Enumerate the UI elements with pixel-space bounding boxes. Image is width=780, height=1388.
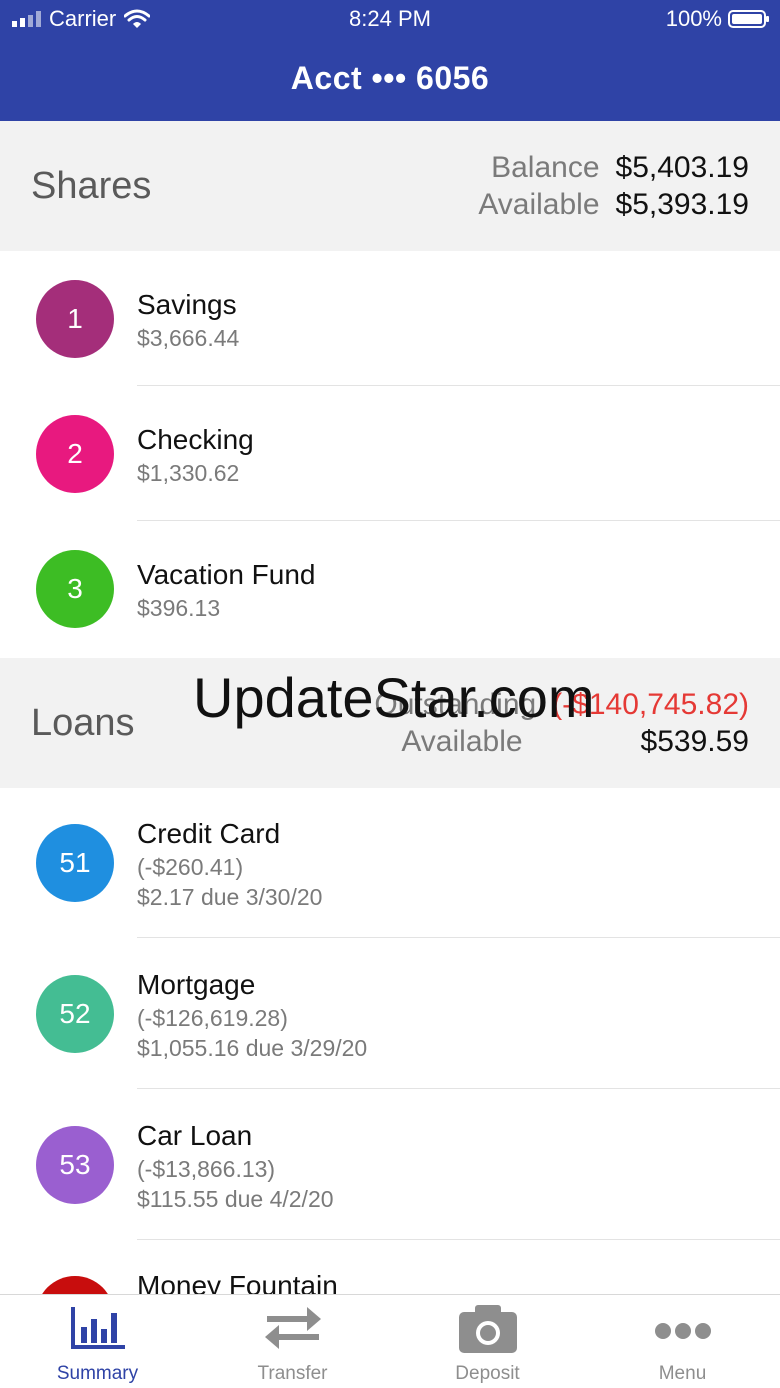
available-label: Available xyxy=(478,188,600,221)
balance-value: $5,403.19 xyxy=(615,151,749,184)
account-number-badge xyxy=(36,1276,114,1294)
watermark-text: UpdateStar.com xyxy=(193,666,595,729)
shares-title: Shares xyxy=(31,165,152,207)
account-number-badge: 2 xyxy=(36,415,114,493)
battery-icon xyxy=(728,10,769,28)
top-bar: Carrier 8:24 PM 100% Acct ••• 6056 xyxy=(0,0,780,121)
status-time: 8:24 PM xyxy=(349,6,431,31)
loan-payment-due: $115.55 due 4/2/20 xyxy=(137,1186,334,1212)
tab-label: Menu xyxy=(658,1363,707,1384)
available-label: Available xyxy=(401,725,523,758)
account-name: Mortgage xyxy=(137,969,256,1000)
shares-balance-row: Balance $5,403.19 xyxy=(491,151,749,185)
account-number-badge: 1 xyxy=(36,280,114,358)
tab-transfer[interactable]: Transfer xyxy=(195,1295,390,1388)
account-number-badge: 3 xyxy=(36,550,114,628)
bar-chart-icon xyxy=(70,1307,125,1349)
share-item-savings[interactable]: 1 Savings $3,666.44 xyxy=(0,251,780,386)
loan-payment-due: $2.17 due 3/30/20 xyxy=(137,884,323,910)
status-bar: Carrier 8:24 PM 100% xyxy=(0,0,780,40)
account-balance: $3,666.44 xyxy=(137,325,240,351)
account-balance: $1,330.62 xyxy=(137,460,240,486)
available-value: $5,393.19 xyxy=(615,188,749,221)
camera-icon xyxy=(458,1305,517,1353)
account-name: Savings xyxy=(137,289,237,320)
tab-label: Transfer xyxy=(257,1363,328,1384)
loans-title: Loans xyxy=(31,702,135,744)
account-name: Vacation Fund xyxy=(137,559,316,590)
account-name: Credit Card xyxy=(137,818,281,849)
tab-deposit[interactable]: Deposit xyxy=(390,1295,585,1388)
transfer-arrows-icon xyxy=(264,1307,321,1349)
loan-payment-due: $1,055.16 due 3/29/20 xyxy=(137,1035,368,1061)
loan-item-car-loan[interactable]: 53 Car Loan (-$13,866.13) $115.55 due 4/… xyxy=(0,1089,780,1240)
account-number-badge: 51 xyxy=(36,824,114,902)
account-number-badge: 53 xyxy=(36,1126,114,1204)
account-name: Money Fountain xyxy=(137,1270,338,1294)
loan-item-mortgage[interactable]: 52 Mortgage (-$126,619.28) $1,055.16 due… xyxy=(0,938,780,1089)
balance-label: Balance xyxy=(491,151,600,184)
shares-available-row: Available $5,393.19 xyxy=(478,188,749,222)
battery-percent: 100% xyxy=(665,6,722,31)
account-name: Checking xyxy=(137,424,254,455)
tab-bar: Summary Transfer Deposit Menu xyxy=(0,1294,780,1388)
tab-menu[interactable]: Menu xyxy=(585,1295,780,1388)
account-title: Acct ••• 6056 xyxy=(290,60,490,96)
tab-label: Summary xyxy=(56,1363,139,1384)
battery-status: 100% xyxy=(665,6,769,32)
loan-balance: (-$126,619.28) xyxy=(137,1005,288,1031)
tab-label: Deposit xyxy=(455,1363,520,1384)
loan-item-money-fountain[interactable]: Money Fountain xyxy=(0,1240,780,1294)
account-number-badge: 52 xyxy=(36,975,114,1053)
share-item-checking[interactable]: 2 Checking $1,330.62 xyxy=(0,386,780,521)
tab-summary[interactable]: Summary xyxy=(0,1295,195,1388)
account-balance: $396.13 xyxy=(137,595,221,621)
loan-balance: (-$13,866.13) xyxy=(137,1156,276,1182)
share-item-vacation-fund[interactable]: 3 Vacation Fund $396.13 xyxy=(0,521,780,658)
shares-header: Shares Balance $5,403.19 Available $5,39… xyxy=(0,121,780,251)
account-name: Car Loan xyxy=(137,1120,253,1151)
more-dots-icon xyxy=(654,1323,711,1339)
loans-available-row: Available $539.59 xyxy=(401,725,749,759)
loan-item-credit-card[interactable]: 51 Credit Card (-$260.41) $2.17 due 3/30… xyxy=(0,788,780,938)
loan-balance: (-$260.41) xyxy=(137,854,244,880)
available-value: $539.59 xyxy=(640,725,749,758)
